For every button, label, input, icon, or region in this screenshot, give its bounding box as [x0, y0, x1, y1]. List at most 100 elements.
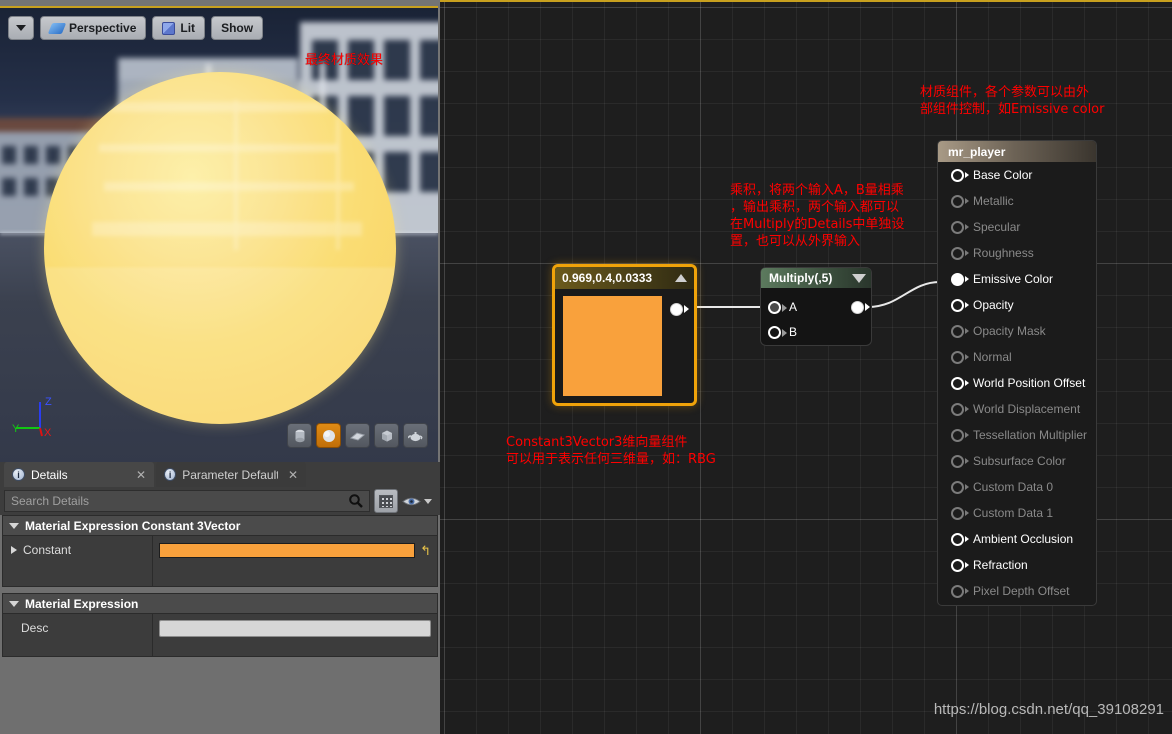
material-output-pin-row[interactable]: Base Color	[938, 162, 1096, 188]
material-output-pin-row[interactable]: Opacity Mask	[938, 318, 1096, 344]
info-icon: i	[12, 468, 25, 481]
material-input-pin[interactable]	[951, 324, 969, 338]
details-properties-area: Material Expression Constant 3Vector Con…	[0, 515, 440, 734]
tab-parameter-defaults[interactable]: i Parameter Defaults ✕	[156, 462, 306, 487]
triangle-down-icon[interactable]	[852, 273, 866, 283]
material-output-pin-row[interactable]: Custom Data 0	[938, 474, 1096, 500]
material-input-pin[interactable]	[951, 298, 969, 312]
material-input-pin[interactable]	[951, 220, 969, 234]
material-input-pin[interactable]	[951, 480, 969, 494]
material-input-pin[interactable]	[951, 428, 969, 442]
viewport-show-menu-button[interactable]: Show	[211, 16, 264, 40]
svg-text:Z: Z	[45, 396, 52, 408]
desc-input[interactable]	[159, 619, 431, 637]
material-input-pin[interactable]	[951, 168, 969, 182]
teapot-preview-button[interactable]	[403, 423, 428, 448]
details-panel: i Details ✕ i Parameter Defaults ✕ Searc…	[0, 462, 440, 734]
lit-label: Lit	[180, 21, 196, 35]
input-pin-a[interactable]	[768, 300, 787, 314]
material-input-pin[interactable]	[951, 376, 969, 390]
material-input-pin[interactable]	[951, 558, 969, 572]
material-output-pin-row[interactable]: Tessellation Multiplier	[938, 422, 1096, 448]
viewport-options-menu-button[interactable]	[8, 16, 34, 40]
input-label-b: B	[789, 325, 798, 339]
input-pin-row-a[interactable]: A	[768, 300, 797, 314]
reset-to-default-icon[interactable]: ↰	[420, 544, 431, 557]
material-output-pin-row[interactable]: Roughness	[938, 240, 1096, 266]
category-header[interactable]: Material Expression Constant 3Vector	[3, 516, 437, 536]
material-output-pin-row[interactable]: Opacity	[938, 292, 1096, 318]
material-input-pin[interactable]	[951, 584, 969, 598]
material-input-pin[interactable]	[951, 506, 969, 520]
material-output-pin-row[interactable]: Custom Data 1	[938, 500, 1096, 526]
material-output-pin-row[interactable]: Specular	[938, 214, 1096, 240]
plane-preview-button[interactable]	[345, 423, 370, 448]
preview-mesh-sphere[interactable]	[44, 72, 396, 424]
material-input-pin[interactable]	[951, 402, 969, 416]
close-icon[interactable]: ✕	[288, 468, 298, 482]
grid-glyph	[379, 494, 393, 508]
material-input-pin[interactable]	[951, 454, 969, 468]
material-input-label: World Displacement	[973, 402, 1081, 416]
output-pin[interactable]	[670, 303, 683, 316]
triangle-right-icon[interactable]	[11, 546, 17, 554]
output-pin[interactable]	[851, 301, 864, 314]
material-output-pin-row[interactable]: Pixel Depth Offset	[938, 578, 1096, 604]
material-output-pin-row[interactable]: Emissive Color	[938, 266, 1096, 292]
material-input-pin[interactable]	[951, 194, 969, 208]
material-output-pin-row[interactable]: Ambient Occlusion	[938, 526, 1096, 552]
sphere-preview-button[interactable]	[316, 423, 341, 448]
chevron-down-icon[interactable]	[424, 498, 432, 504]
eye-icon[interactable]	[402, 495, 421, 508]
material-output-pin-row[interactable]: Refraction	[938, 552, 1096, 578]
material-input-pin[interactable]	[951, 350, 969, 364]
material-graph-canvas[interactable]: 0.969,0.4,0.0333 Multiply(,5) A B mr_pla…	[440, 0, 1172, 734]
node-multiply[interactable]: Multiply(,5) A B	[760, 267, 872, 346]
node-header[interactable]: 0.969,0.4,0.0333	[555, 267, 694, 289]
input-pin-row-b[interactable]: B	[768, 325, 797, 339]
viewport-view-mode-button[interactable]: Lit	[152, 16, 206, 40]
property-name: Desc	[21, 621, 49, 635]
category-material-expression: Material Expression Desc	[2, 593, 438, 657]
material-input-pin[interactable]	[951, 246, 969, 260]
material-input-label: Subsurface Color	[973, 454, 1066, 468]
material-input-label: Custom Data 1	[973, 506, 1054, 520]
info-icon: i	[164, 468, 177, 481]
material-output-pin-row[interactable]: Subsurface Color	[938, 448, 1096, 474]
annotation-final-material: 最终材质效果	[305, 53, 384, 68]
material-preview-viewport[interactable]: Perspective Lit Show 最终材质效果 Z Y X	[0, 6, 438, 462]
material-output-pin-row[interactable]: Normal	[938, 344, 1096, 370]
material-input-label: Opacity Mask	[973, 324, 1046, 338]
material-input-label: Metallic	[973, 194, 1014, 208]
category-title: Material Expression Constant 3Vector	[25, 518, 241, 533]
viewport-camera-mode-button[interactable]: Perspective	[40, 16, 147, 40]
material-output-pin-row[interactable]: World Position Offset	[938, 370, 1096, 396]
material-input-label: Opacity	[973, 298, 1014, 312]
node-header[interactable]: Multiply(,5)	[761, 268, 871, 288]
node-material-output[interactable]: mr_player Base Color Metallic Specular Roug…	[937, 140, 1097, 606]
triangle-up-icon[interactable]	[675, 274, 687, 282]
grid-view-icon[interactable]	[374, 489, 398, 513]
node-constant3vector[interactable]: 0.969,0.4,0.0333	[552, 264, 697, 406]
category-header[interactable]: Material Expression	[3, 594, 437, 614]
close-icon[interactable]: ✕	[136, 468, 146, 482]
input-pin-b[interactable]	[768, 325, 787, 339]
material-output-pin-row[interactable]: Metallic	[938, 188, 1096, 214]
category-material-expression-constant3vector: Material Expression Constant 3Vector Con…	[2, 515, 438, 587]
tab-details[interactable]: i Details ✕	[4, 462, 154, 487]
category-title: Material Expression	[25, 596, 139, 611]
annotation-material-node: 材质组件，各个参数可以由外 部组件控制，如Emissive color	[920, 85, 1105, 117]
material-input-label: Base Color	[973, 168, 1033, 182]
material-output-pin-row[interactable]: World Displacement	[938, 396, 1096, 422]
node-header[interactable]: mr_player	[938, 141, 1096, 162]
cube-preview-button[interactable]	[374, 423, 399, 448]
search-icon[interactable]	[348, 493, 364, 509]
search-input[interactable]	[4, 490, 370, 512]
cylinder-preview-button[interactable]	[287, 423, 312, 448]
constant-color-swatch[interactable]	[159, 542, 416, 558]
material-input-pin[interactable]	[951, 532, 969, 546]
input-label-a: A	[789, 300, 798, 314]
tab-details-label: Details	[31, 467, 68, 482]
material-input-pin[interactable]	[951, 272, 969, 286]
material-input-label: World Position Offset	[973, 376, 1086, 390]
